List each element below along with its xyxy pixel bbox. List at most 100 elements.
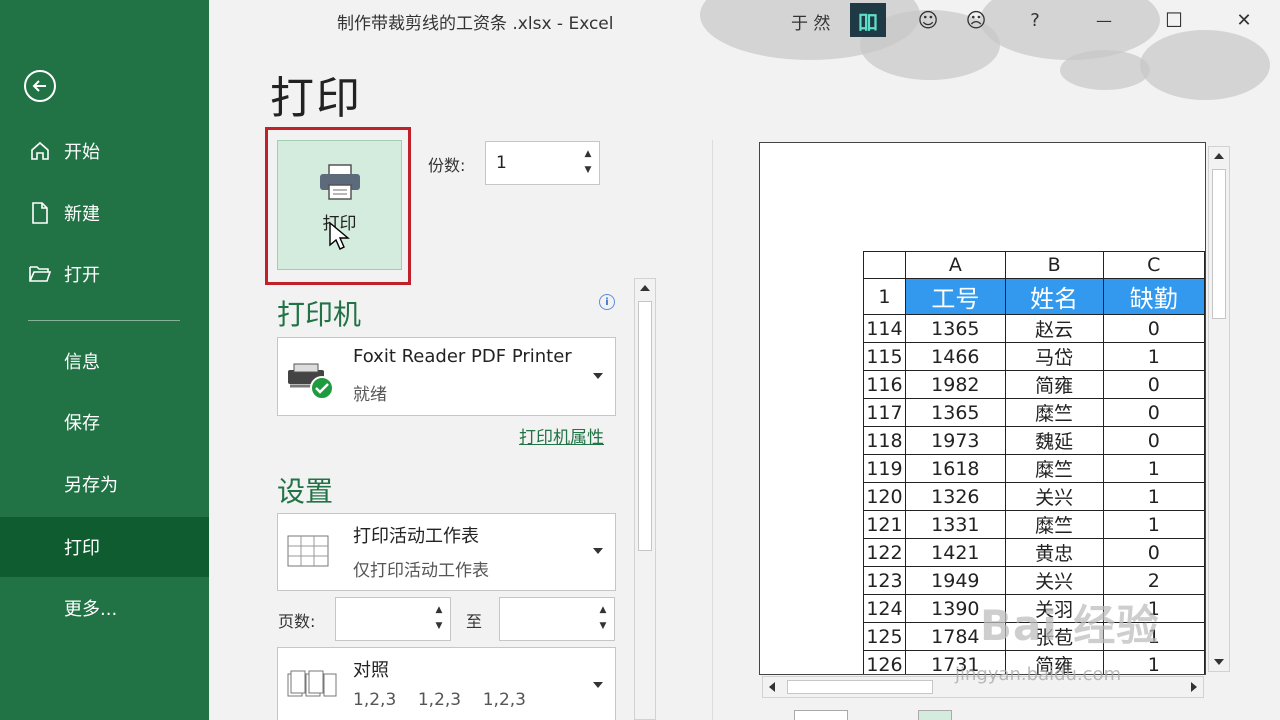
table-row: 114 1365 赵云 0 (863, 314, 1205, 343)
zoom-to-page-button[interactable] (918, 710, 952, 720)
column-header: C (1102, 251, 1205, 279)
close-icon: ✕ (1236, 9, 1252, 31)
printer-ready-icon (288, 363, 334, 400)
sidebar-item-info[interactable]: 信息 (0, 331, 209, 391)
avatar[interactable]: 吅 (850, 3, 886, 37)
printer-section-title: 打印机 (277, 298, 362, 331)
print-scope-dropdown[interactable]: 打印活动工作表 仅打印活动工作表 (277, 513, 616, 591)
table-row: 121 1331 糜竺 1 (863, 510, 1205, 539)
maximize-button[interactable]: ☐ (1159, 6, 1189, 34)
scroll-thumb[interactable] (787, 680, 933, 694)
table-row: 118 1973 魏延 0 (863, 426, 1205, 455)
table-cell: 2 (1102, 566, 1205, 595)
table-cell: 糜竺 (1004, 454, 1104, 483)
scroll-down-icon[interactable] (1214, 659, 1224, 665)
minimize-icon: — (1096, 10, 1112, 30)
close-button[interactable]: ✕ (1229, 6, 1259, 34)
table-cell: 1331 (904, 510, 1006, 539)
scroll-left-icon[interactable] (769, 682, 775, 692)
sidebar-item-label: 保存 (64, 413, 100, 434)
print-scope-sub: 仅打印活动工作表 (353, 561, 489, 581)
table-cell: 1949 (904, 566, 1006, 595)
sidebar-item-label: 打印 (64, 538, 100, 559)
column-header: B (1004, 251, 1104, 279)
table-cell: 赵云 (1004, 314, 1104, 343)
scroll-right-icon[interactable] (1191, 682, 1197, 692)
sidebar-item-new[interactable]: 新建 (0, 183, 209, 243)
sidebar-item-home[interactable]: 开始 (0, 121, 209, 181)
table-cell: 0 (1102, 538, 1205, 567)
page-number-input[interactable] (794, 710, 848, 720)
printer-dropdown[interactable]: Foxit Reader PDF Printer 就绪 (277, 337, 616, 416)
stepper-arrows[interactable]: ▲ ▼ (432, 602, 446, 634)
sidebar-item-label: 开始 (64, 142, 100, 163)
sidebar-item-open[interactable]: 打开 (0, 244, 209, 304)
table-cell: 1466 (904, 342, 1006, 371)
smile-icon: ☺ (917, 8, 939, 32)
collate-dropdown[interactable]: 对照 1,2,3 1,2,3 1,2,3 (277, 647, 616, 720)
to-label: 至 (466, 612, 483, 631)
table-cell: 1 (1102, 342, 1205, 371)
info-icon[interactable]: i (599, 294, 615, 310)
worksheet-grid-icon (287, 535, 329, 567)
frown-feedback-button[interactable]: ☹ (961, 6, 991, 34)
column-header-row: ABC (863, 251, 1205, 279)
minimize-button[interactable]: — (1089, 6, 1119, 34)
scroll-thumb[interactable] (1212, 169, 1226, 319)
back-button[interactable] (24, 70, 56, 102)
table-cell: 1 (1102, 454, 1205, 483)
scroll-up-icon[interactable] (640, 285, 650, 291)
collate-icon (287, 670, 337, 697)
row-number: 115 (863, 342, 906, 371)
corner-cell (863, 251, 906, 279)
sidebar-separator (28, 320, 180, 321)
frown-icon: ☹ (965, 8, 987, 32)
row-number: 114 (863, 314, 906, 343)
copies-value: 1 (496, 153, 507, 173)
pages-label: 页数: (278, 612, 316, 631)
maximize-icon: ☐ (1165, 8, 1183, 32)
printer-properties-link[interactable]: 打印机属性 (519, 423, 604, 448)
preview-vertical-scrollbar[interactable] (1208, 146, 1230, 672)
table-row: 116 1982 简雍 0 (863, 370, 1205, 399)
row-number: 122 (863, 538, 906, 567)
sidebar-item-save-as[interactable]: 另存为 (0, 454, 209, 514)
sidebar-item-print[interactable]: 打印 (0, 517, 209, 577)
chevron-down-icon (593, 548, 603, 554)
pages-from-stepper[interactable]: ▲ ▼ (335, 597, 451, 641)
table-cell: 简雍 (1004, 370, 1104, 399)
table-cell: 马岱 (1004, 342, 1104, 371)
table-header-row: 1 工号 姓名 缺勤 (863, 278, 1205, 315)
table-cell: 1421 (904, 538, 1006, 567)
sidebar-item-label: 另存为 (64, 475, 118, 496)
pages-to-stepper[interactable]: ▲ ▼ (499, 597, 615, 641)
stepper-arrows[interactable]: ▲ ▼ (596, 602, 610, 634)
table-row: 119 1618 糜竺 1 (863, 454, 1205, 483)
table-cell: 0 (1102, 398, 1205, 427)
sidebar-item-label: 打开 (64, 265, 100, 286)
table-cell: 关兴 (1004, 482, 1104, 511)
header-cell: 缺勤 (1102, 278, 1205, 315)
table-row: 120 1326 关兴 1 (863, 482, 1205, 511)
stepper-arrows[interactable]: ▲ ▼ (581, 146, 595, 178)
help-button[interactable]: ? (1020, 6, 1050, 34)
sidebar-item-save[interactable]: 保存 (0, 392, 209, 452)
scroll-thumb[interactable] (638, 301, 652, 551)
table-cell: 关兴 (1004, 566, 1104, 595)
row-number: 123 (863, 566, 906, 595)
settings-scrollbar[interactable] (634, 278, 656, 720)
row-number: 1 (863, 278, 906, 315)
smile-feedback-button[interactable]: ☺ (913, 6, 943, 34)
user-name[interactable]: 于 然 (791, 9, 830, 34)
scroll-up-icon[interactable] (1214, 153, 1224, 159)
collate-main: 对照 (353, 660, 389, 681)
copies-label: 份数: (428, 156, 466, 175)
back-arrow-icon (32, 80, 46, 92)
collate-sub: 1,2,3 1,2,3 1,2,3 (353, 690, 526, 710)
row-number: 120 (863, 482, 906, 511)
printer-status: 就绪 (353, 385, 387, 405)
row-number: 126 (863, 650, 906, 674)
copies-stepper[interactable]: 1 ▲ ▼ (485, 141, 600, 185)
sidebar-item-more[interactable]: 更多... (0, 578, 209, 638)
header-cell: 姓名 (1004, 278, 1104, 315)
